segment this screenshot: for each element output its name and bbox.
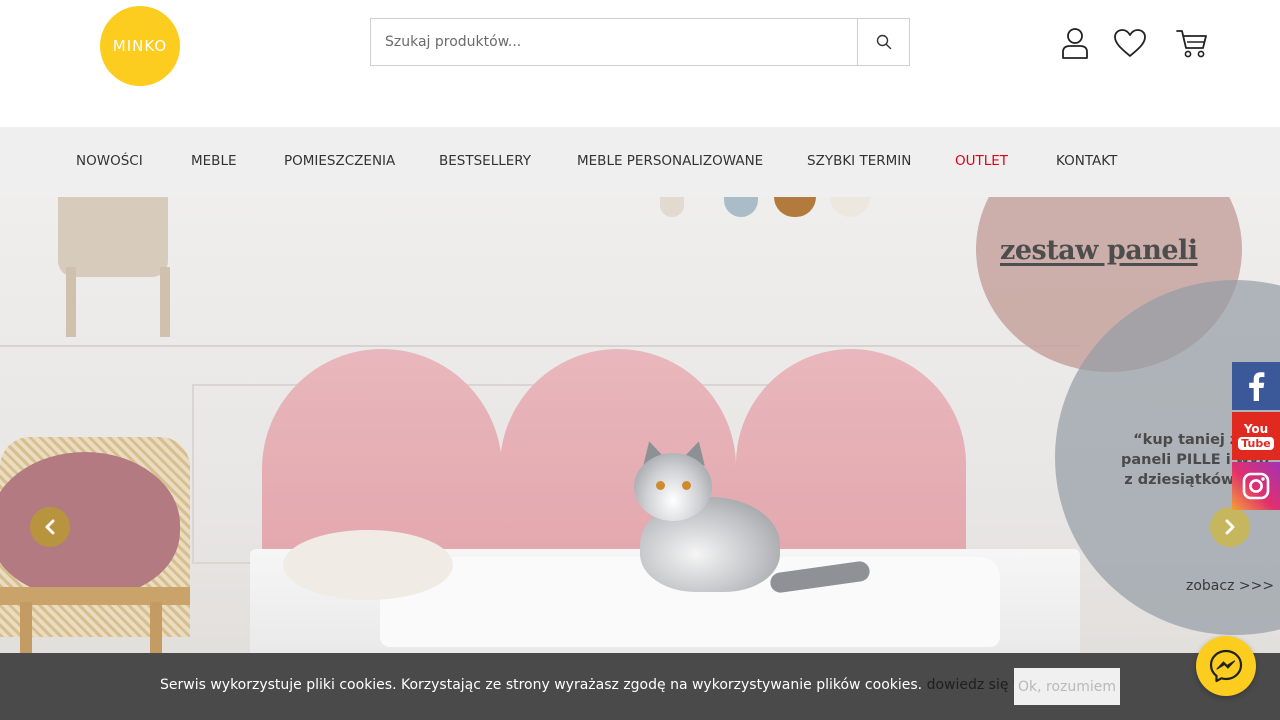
nav-item-bestsellery[interactable]: BESTSELLERY: [439, 127, 531, 197]
cookie-text: Serwis wykorzystuje pliki cookies. Korzy…: [160, 677, 923, 693]
backpack-strap: [66, 267, 76, 337]
slider-next-button[interactable]: [1210, 507, 1250, 547]
messenger-icon: [1209, 649, 1243, 683]
search-bar: [370, 18, 910, 66]
instagram-button[interactable]: [1232, 462, 1280, 510]
facebook-button[interactable]: [1232, 362, 1280, 410]
youtube-icon-label-top: You: [1243, 421, 1269, 436]
logo-text: MINKO: [112, 37, 168, 55]
wall-hook: [724, 197, 758, 217]
cat-head: [634, 453, 712, 521]
nav-item-meble[interactable]: MEBLE: [191, 127, 237, 197]
wishlist-button[interactable]: [1112, 24, 1148, 62]
cart-button[interactable]: [1174, 24, 1210, 62]
backpack-strap: [160, 267, 170, 337]
cookie-bar: Serwis wykorzystuje pliki cookies. Korzy…: [0, 653, 1280, 720]
logo[interactable]: MINKO: [100, 6, 180, 86]
facebook-icon: [1249, 372, 1265, 401]
youtube-icon: You Tube: [1238, 421, 1274, 450]
cat-eye: [656, 481, 665, 490]
chevron-left-icon: [45, 519, 55, 535]
account-button[interactable]: [1057, 24, 1093, 62]
backpack: [58, 197, 168, 277]
nav-item-pomieszczenia[interactable]: POMIESZCZENIA: [284, 127, 395, 197]
wall-hook: [660, 197, 684, 217]
hero-slider[interactable]: zestaw paneli “kup taniej zes paneli PIL…: [0, 197, 1280, 720]
site-header: MINKO: [0, 0, 1280, 127]
instagram-icon: [1242, 472, 1270, 500]
cart-icon: [1176, 30, 1207, 58]
messenger-button[interactable]: [1196, 636, 1256, 696]
youtube-icon-label-bottom: Tube: [1238, 436, 1274, 450]
wall-hook: [774, 197, 816, 217]
nav-item-nowosci[interactable]: NOWOŚCI: [76, 127, 143, 197]
shell-cushion: [0, 452, 180, 597]
chevron-right-icon: [1225, 519, 1235, 535]
search-icon: [876, 34, 891, 50]
cookie-accept-button[interactable]: Ok, rozumiem: [1014, 668, 1120, 705]
headboard-panel: [262, 349, 502, 559]
nav-item-meble-personalizowane[interactable]: MEBLE PERSONALIZOWANE: [577, 127, 763, 197]
wall-molding: [0, 345, 1080, 347]
search-input[interactable]: [371, 19, 857, 65]
main-nav: NOWOŚCI MEBLE POMIESZCZENIA BESTSELLERY …: [0, 127, 1280, 197]
cookie-message: Serwis wykorzystuje pliki cookies. Korzy…: [160, 677, 1062, 693]
search-button[interactable]: [857, 19, 909, 65]
hero-title[interactable]: zestaw paneli: [1000, 235, 1198, 266]
nav-item-szybki-termin[interactable]: SZYBKI TERMIN: [807, 127, 911, 197]
youtube-button[interactable]: You Tube: [1232, 412, 1280, 460]
user-icon: [1062, 28, 1088, 59]
hero-see-more-link[interactable]: zobacz >>>: [1186, 578, 1274, 594]
pompom-pillow: [283, 530, 453, 600]
heart-icon: [1114, 29, 1146, 57]
nav-item-outlet[interactable]: OUTLET: [955, 127, 1008, 197]
cat-eye: [682, 481, 691, 490]
nav-item-kontakt[interactable]: KONTAKT: [1056, 127, 1117, 197]
wall-hook: [830, 197, 870, 217]
slider-prev-button[interactable]: [30, 507, 70, 547]
